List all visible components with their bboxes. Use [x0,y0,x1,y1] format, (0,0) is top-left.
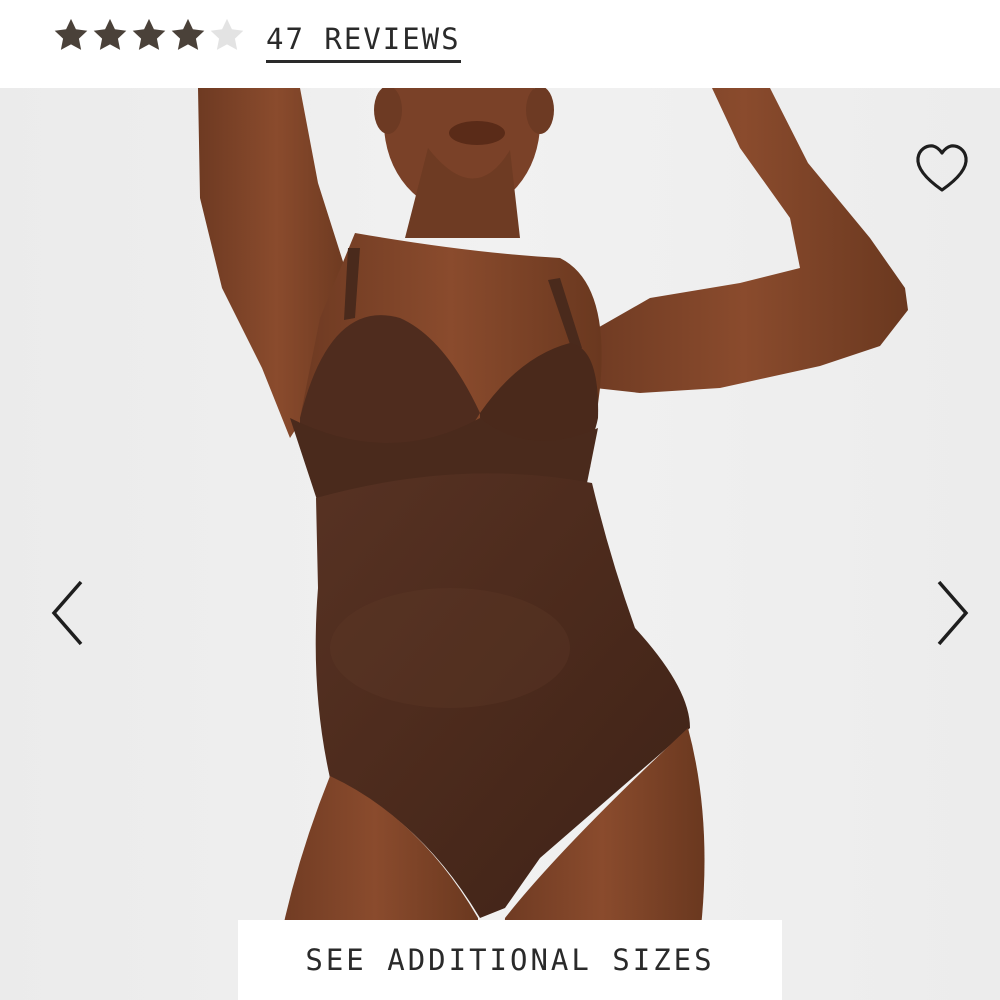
star-icon [210,18,244,50]
next-image-button[interactable] [922,573,982,653]
chevron-right-icon [937,580,969,646]
star-icon [132,18,166,50]
previous-image-button[interactable] [38,573,98,653]
star-icon [93,18,127,50]
reviews-link[interactable]: 47 REVIEWS [266,20,461,63]
star-icon [54,18,88,50]
product-gallery[interactable]: SEE ADDITIONAL SIZES [0,88,1000,1000]
rating-bar: 47 REVIEWS [0,0,1000,88]
chevron-left-icon [51,580,83,646]
star-icon [171,18,205,50]
see-additional-sizes-button[interactable]: SEE ADDITIONAL SIZES [238,920,782,1000]
product-image [0,88,1000,1000]
heart-outline-icon [916,144,968,192]
star-rating[interactable] [52,16,246,56]
wishlist-button[interactable] [912,140,972,196]
